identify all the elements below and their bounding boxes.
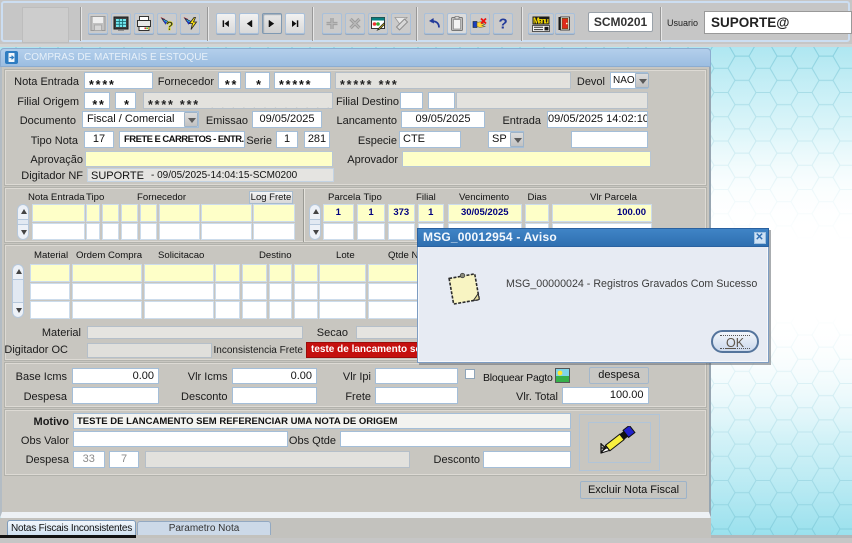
svg-text:?: ? [166, 19, 173, 33]
svg-text:Menu: Menu [533, 17, 549, 26]
svg-text:?: ? [499, 16, 508, 33]
